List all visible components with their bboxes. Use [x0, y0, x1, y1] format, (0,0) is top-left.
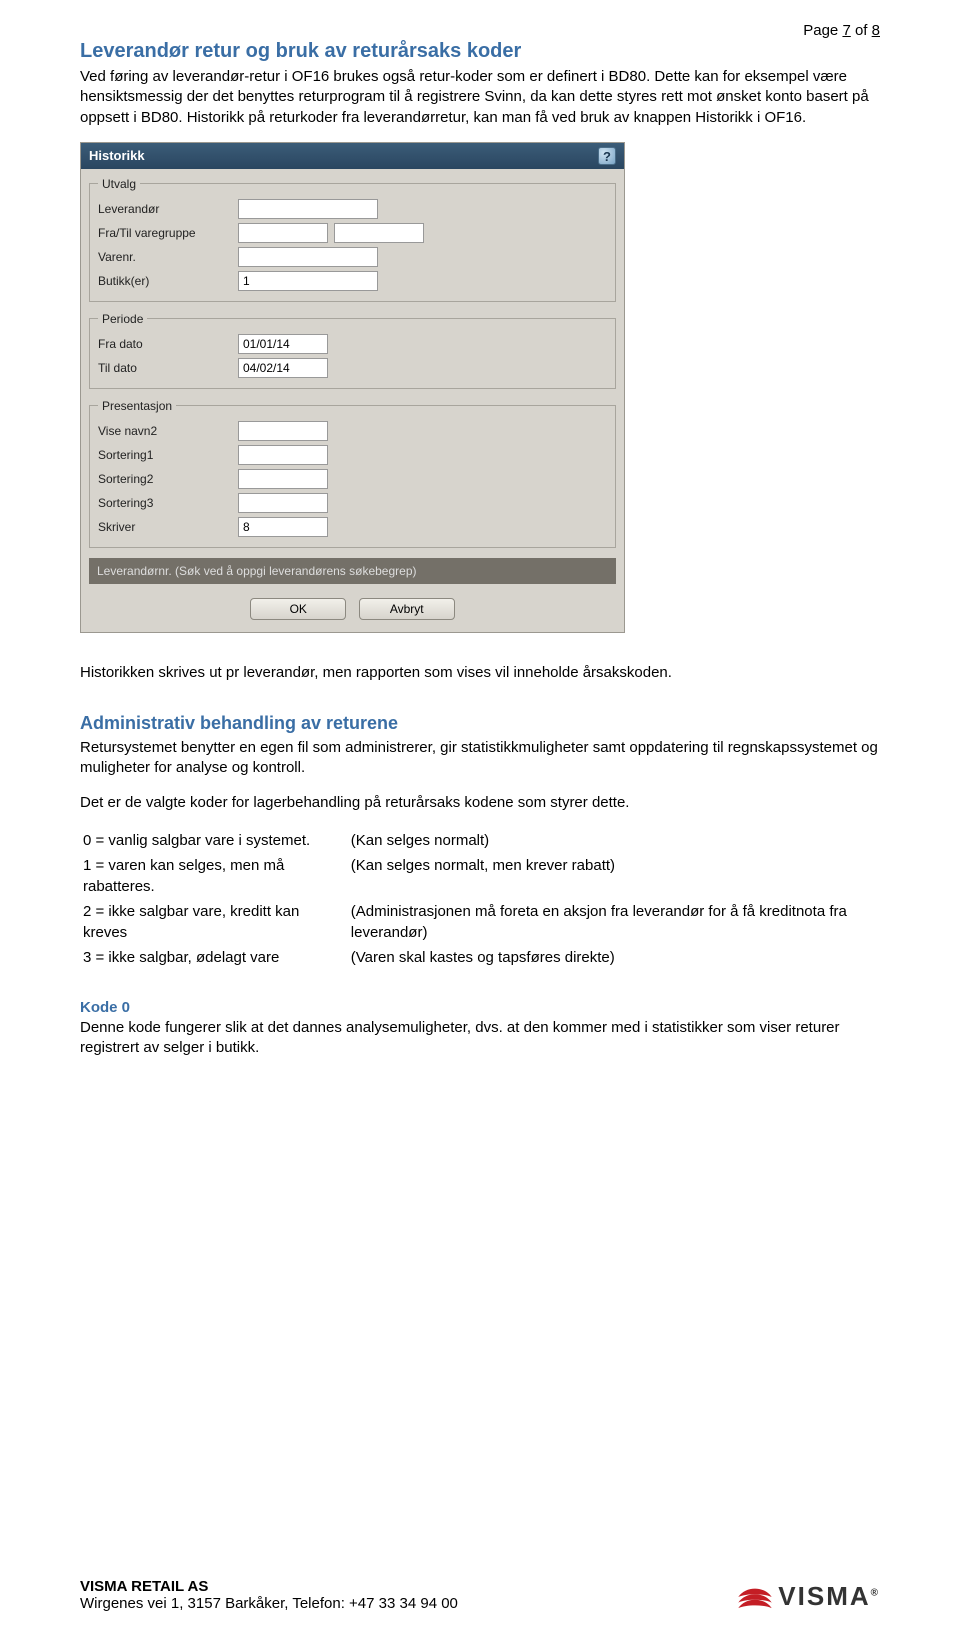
section1-para1: Ved føring av leverandør-retur i OF16 br…: [80, 67, 880, 128]
label-navn2: Vise navn2: [98, 424, 238, 438]
label-butikker: Butikk(er): [98, 274, 238, 288]
code-right-0: (Kan selges normalt): [350, 829, 878, 852]
input-varenr[interactable]: [238, 247, 378, 267]
code-left-1: 1 = varen kan selges, men må rabatteres.: [82, 854, 348, 898]
historikk-dialog: Historikk ? Utvalg Leverandør Fra/Til va…: [80, 142, 625, 633]
help-icon[interactable]: ?: [598, 147, 616, 165]
cancel-button[interactable]: Avbryt: [359, 598, 455, 620]
input-fra-varegruppe[interactable]: [238, 223, 328, 243]
legend-presentasjon: Presentasjon: [98, 399, 176, 413]
label-varenr: Varenr.: [98, 250, 238, 264]
code-row-3: 3 = ikke salgbar, ødelagt vare (Varen sk…: [82, 946, 878, 969]
section2-para2: Det er de valgte koder for lagerbehandli…: [80, 793, 880, 813]
label-leverandor: Leverandør: [98, 202, 238, 216]
label-sort1: Sortering1: [98, 448, 238, 462]
page-total: 8: [872, 22, 880, 39]
page-current: 7: [842, 22, 850, 39]
hint-bar: Leverandørnr. (Søk ved å oppgi leverandø…: [89, 558, 616, 584]
ok-button[interactable]: OK: [250, 598, 346, 620]
code-right-3: (Varen skal kastes og tapsføres direkte): [350, 946, 878, 969]
legend-utvalg: Utvalg: [98, 177, 140, 191]
section2-para1: Retursystemet benytter en egen fil som a…: [80, 738, 880, 779]
label-fra-dato: Fra dato: [98, 337, 238, 351]
page-of: of: [855, 22, 868, 39]
input-fra-dato[interactable]: [238, 334, 328, 354]
label-sort3: Sortering3: [98, 496, 238, 510]
code-row-1: 1 = varen kan selges, men må rabatteres.…: [82, 854, 878, 898]
group-utvalg: Utvalg Leverandør Fra/Til varegruppe Var…: [89, 177, 616, 302]
code-table: 0 = vanlig salgbar vare i systemet. (Kan…: [80, 827, 880, 971]
kode0-title: Kode 0: [80, 999, 880, 1016]
input-sort2[interactable]: [238, 469, 328, 489]
input-sort3[interactable]: [238, 493, 328, 513]
input-til-dato[interactable]: [238, 358, 328, 378]
code-row-0: 0 = vanlig salgbar vare i systemet. (Kan…: [82, 829, 878, 852]
code-left-0: 0 = vanlig salgbar vare i systemet.: [82, 829, 348, 852]
legend-periode: Periode: [98, 312, 147, 326]
input-sort1[interactable]: [238, 445, 328, 465]
input-butikker[interactable]: [238, 271, 378, 291]
logo-text: VISMA®: [778, 1581, 880, 1612]
label-sort2: Sortering2: [98, 472, 238, 486]
dialog-title: Historikk: [89, 148, 145, 163]
footer-text: VISMA RETAIL AS Wirgenes vei 1, 3157 Bar…: [80, 1578, 458, 1612]
dialog-header: Historikk ?: [81, 143, 624, 169]
input-skriver[interactable]: [238, 517, 328, 537]
group-presentasjon: Presentasjon Vise navn2 Sortering1 Sorte…: [89, 399, 616, 548]
para2: Historikken skrives ut pr leverandør, me…: [80, 663, 880, 683]
code-left-2: 2 = ikke salgbar vare, kreditt kan kreve…: [82, 900, 348, 944]
section-title-2: Administrativ behandling av returene: [80, 713, 880, 734]
code-row-2: 2 = ikke salgbar vare, kreditt kan kreve…: [82, 900, 878, 944]
group-periode: Periode Fra dato Til dato: [89, 312, 616, 389]
footer-company: VISMA RETAIL AS: [80, 1578, 458, 1595]
input-navn2[interactable]: [238, 421, 328, 441]
logo-swoosh-icon: [736, 1584, 774, 1610]
label-til-dato: Til dato: [98, 361, 238, 375]
logo-registered-icon: ®: [871, 1587, 880, 1598]
page-number: Page 7 of 8: [803, 22, 880, 39]
footer: VISMA RETAIL AS Wirgenes vei 1, 3157 Bar…: [80, 1578, 880, 1612]
visma-logo: VISMA®: [736, 1581, 880, 1612]
footer-address: Wirgenes vei 1, 3157 Barkåker, Telefon: …: [80, 1595, 458, 1612]
kode0-text: Denne kode fungerer slik at det dannes a…: [80, 1018, 880, 1059]
input-leverandor[interactable]: [238, 199, 378, 219]
dialog-buttons: OK Avbryt: [89, 594, 616, 622]
label-skriver: Skriver: [98, 520, 238, 534]
dialog-body: Utvalg Leverandør Fra/Til varegruppe Var…: [81, 169, 624, 632]
code-left-3: 3 = ikke salgbar, ødelagt vare: [82, 946, 348, 969]
section-title-1: Leverandør retur og bruk av returårsaks …: [80, 40, 880, 63]
code-right-2: (Administrasjonen må foreta en aksjon fr…: [350, 900, 878, 944]
page-label: Page: [803, 22, 838, 39]
label-fratil: Fra/Til varegruppe: [98, 226, 238, 240]
input-til-varegruppe[interactable]: [334, 223, 424, 243]
code-right-1: (Kan selges normalt, men krever rabatt): [350, 854, 878, 898]
